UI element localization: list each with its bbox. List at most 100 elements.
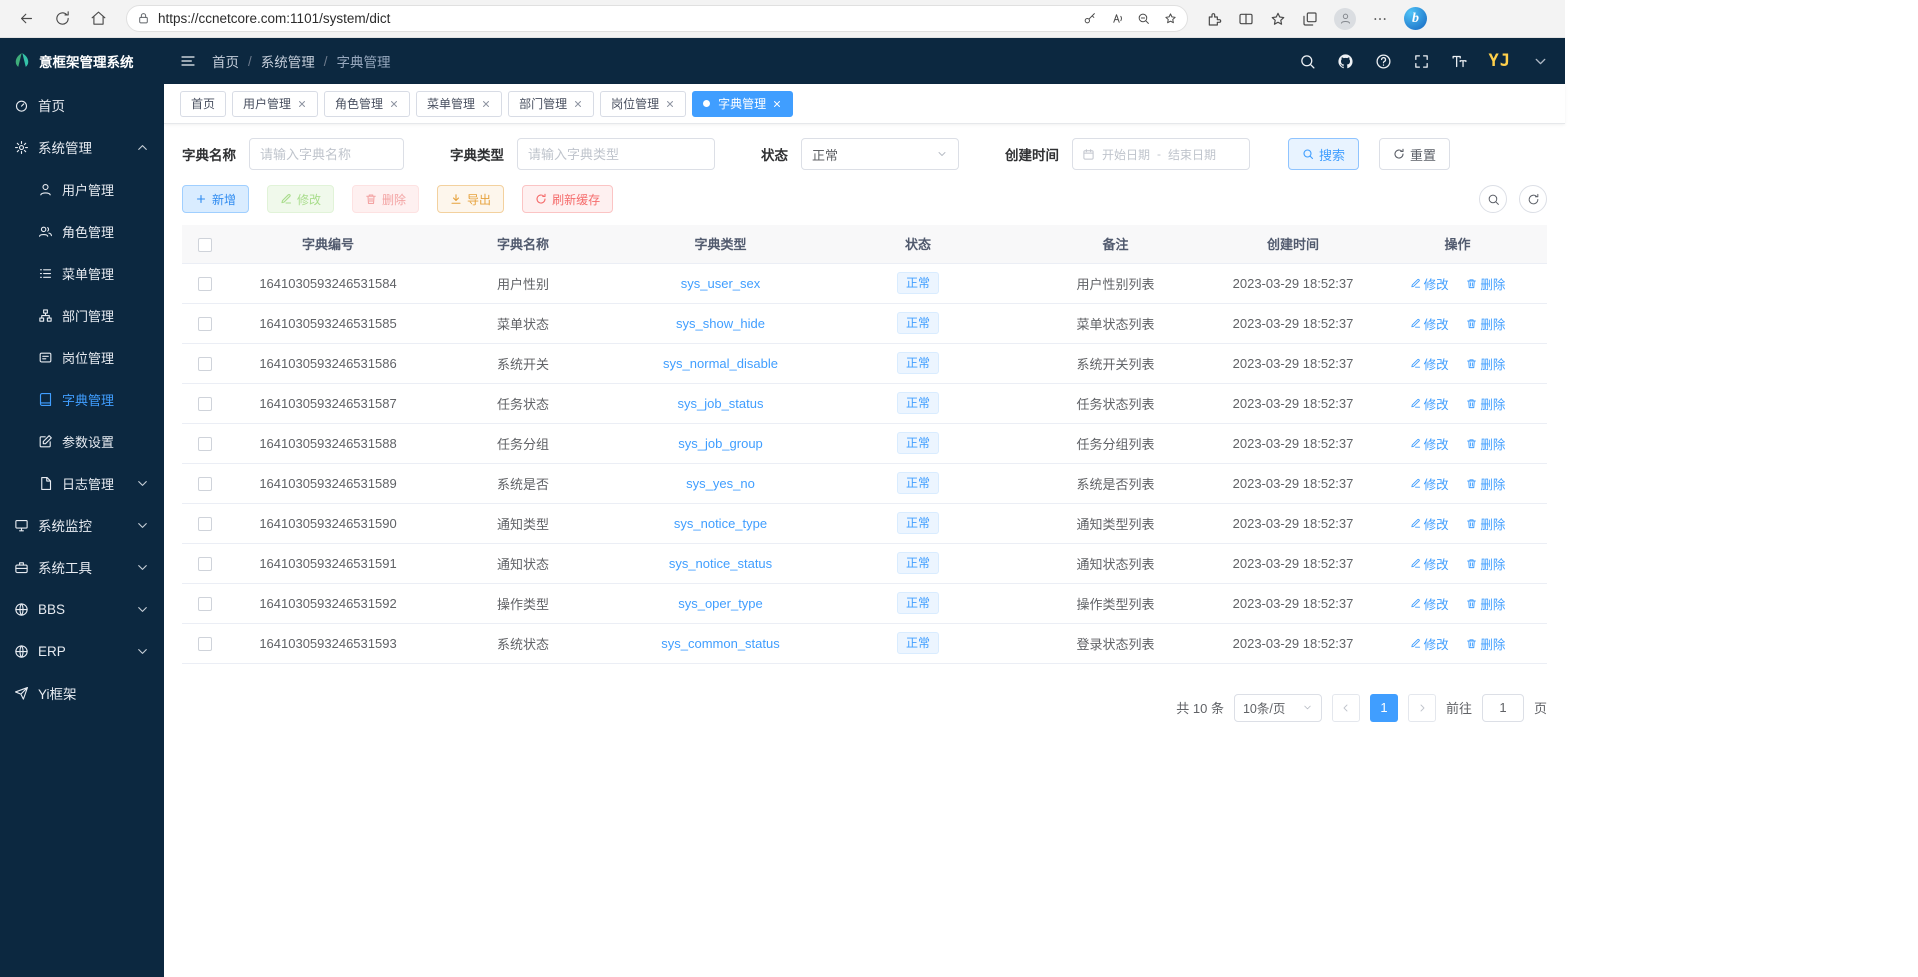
address-bar[interactable] — [126, 5, 1188, 32]
close-icon[interactable] — [573, 99, 583, 109]
edit-button[interactable]: 修改 — [267, 185, 334, 213]
sidebar-item-home[interactable]: 首页 — [0, 84, 164, 126]
user-avatar-logo[interactable]: YJ — [1489, 51, 1511, 71]
row-edit-button[interactable]: 修改 — [1410, 594, 1449, 613]
browser-home-button[interactable] — [82, 4, 114, 34]
copilot-bing-icon[interactable]: b — [1404, 7, 1427, 30]
sidebar-item-log-management[interactable]: 日志管理 — [0, 462, 164, 504]
row-edit-button[interactable]: 修改 — [1410, 354, 1449, 373]
row-edit-button[interactable]: 修改 — [1410, 514, 1449, 533]
dict-type-link[interactable]: sys_show_hide — [676, 316, 765, 331]
read-aloud-icon[interactable] — [1110, 12, 1123, 25]
row-checkbox[interactable] — [198, 477, 212, 491]
select-all-checkbox[interactable] — [198, 238, 212, 252]
row-checkbox[interactable] — [198, 557, 212, 571]
goto-page-input[interactable] — [1482, 694, 1524, 722]
row-delete-button[interactable]: 删除 — [1466, 594, 1505, 613]
tab-post-management[interactable]: 岗位管理 — [600, 91, 686, 117]
extensions-icon[interactable] — [1206, 11, 1222, 27]
dict-type-link[interactable]: sys_common_status — [661, 636, 780, 651]
row-delete-button[interactable]: 删除 — [1466, 354, 1505, 373]
row-checkbox[interactable] — [198, 437, 212, 451]
page-size-select[interactable]: 10条/页 — [1234, 694, 1322, 722]
row-delete-button[interactable]: 删除 — [1466, 274, 1505, 293]
fullscreen-icon[interactable] — [1413, 53, 1430, 70]
sidebar-item-menu-management[interactable]: 菜单管理 — [0, 252, 164, 294]
collections-icon[interactable] — [1302, 11, 1318, 27]
row-delete-button[interactable]: 删除 — [1466, 514, 1505, 533]
close-icon[interactable] — [389, 99, 399, 109]
close-icon[interactable] — [481, 99, 491, 109]
row-edit-button[interactable]: 修改 — [1410, 314, 1449, 333]
browser-profile-avatar[interactable] — [1334, 8, 1356, 30]
tab-role-management[interactable]: 角色管理 — [324, 91, 410, 117]
row-checkbox[interactable] — [198, 277, 212, 291]
row-edit-button[interactable]: 修改 — [1410, 274, 1449, 293]
status-select[interactable]: 正常 — [801, 138, 959, 170]
tab-home[interactable]: 首页 — [180, 91, 226, 117]
reset-button[interactable]: 重置 — [1379, 138, 1450, 170]
close-icon[interactable] — [772, 99, 782, 109]
dict-type-link[interactable]: sys_notice_status — [669, 556, 772, 571]
dict-type-link[interactable]: sys_yes_no — [686, 476, 755, 491]
breadcrumb-system[interactable]: 系统管理 — [261, 51, 315, 71]
row-checkbox[interactable] — [198, 517, 212, 531]
export-button[interactable]: 导出 — [437, 185, 504, 213]
sidebar-item-post-management[interactable]: 岗位管理 — [0, 336, 164, 378]
close-icon[interactable] — [297, 99, 307, 109]
password-key-icon[interactable] — [1083, 12, 1096, 25]
search-icon[interactable] — [1299, 53, 1316, 70]
refresh-table-button[interactable] — [1519, 185, 1547, 213]
dict-type-input[interactable] — [517, 138, 715, 170]
zoom-out-icon[interactable] — [1137, 12, 1150, 25]
row-edit-button[interactable]: 修改 — [1410, 634, 1449, 653]
row-delete-button[interactable]: 删除 — [1466, 634, 1505, 653]
row-checkbox[interactable] — [198, 637, 212, 651]
tab-user-management[interactable]: 用户管理 — [232, 91, 318, 117]
row-checkbox[interactable] — [198, 597, 212, 611]
tab-dept-management[interactable]: 部门管理 — [508, 91, 594, 117]
sidebar-item-yi-framework[interactable]: Yi框架 — [0, 672, 164, 714]
prev-page-button[interactable] — [1332, 694, 1360, 722]
url-input[interactable] — [158, 11, 1075, 26]
font-size-icon[interactable] — [1451, 53, 1468, 70]
row-edit-button[interactable]: 修改 — [1410, 474, 1449, 493]
delete-button[interactable]: 删除 — [352, 185, 419, 213]
breadcrumb-home[interactable]: 首页 — [212, 51, 239, 71]
refresh-cache-button[interactable]: 刷新缓存 — [522, 185, 613, 213]
sidebar-item-bbs[interactable]: BBS — [0, 588, 164, 630]
sidebar-item-dept-management[interactable]: 部门管理 — [0, 294, 164, 336]
browser-refresh-button[interactable] — [46, 4, 78, 34]
tab-dict-management[interactable]: 字典管理 — [692, 91, 793, 117]
tab-menu-management[interactable]: 菜单管理 — [416, 91, 502, 117]
favorite-star-icon[interactable] — [1164, 12, 1177, 25]
browser-back-button[interactable] — [10, 4, 42, 34]
row-edit-button[interactable]: 修改 — [1410, 554, 1449, 573]
dict-type-link[interactable]: sys_user_sex — [681, 276, 760, 291]
row-delete-button[interactable]: 删除 — [1466, 474, 1505, 493]
row-delete-button[interactable]: 删除 — [1466, 394, 1505, 413]
dict-type-link[interactable]: sys_normal_disable — [663, 356, 778, 371]
row-delete-button[interactable]: 删除 — [1466, 554, 1505, 573]
row-checkbox[interactable] — [198, 397, 212, 411]
dict-type-link[interactable]: sys_job_group — [678, 436, 763, 451]
sidebar-item-user-management[interactable]: 用户管理 — [0, 168, 164, 210]
page-number-1[interactable]: 1 — [1370, 694, 1398, 722]
sidebar-item-param-settings[interactable]: 参数设置 — [0, 420, 164, 462]
close-icon[interactable] — [665, 99, 675, 109]
dict-type-link[interactable]: sys_notice_type — [674, 516, 767, 531]
add-button[interactable]: 新增 — [182, 185, 249, 213]
row-checkbox[interactable] — [198, 317, 212, 331]
dict-name-input[interactable] — [249, 138, 404, 170]
row-delete-button[interactable]: 删除 — [1466, 314, 1505, 333]
sidebar-item-erp[interactable]: ERP — [0, 630, 164, 672]
split-screen-icon[interactable] — [1238, 11, 1254, 27]
collapse-sidebar-button[interactable] — [180, 53, 196, 69]
sidebar-item-system-tools[interactable]: 系统工具 — [0, 546, 164, 588]
row-edit-button[interactable]: 修改 — [1410, 394, 1449, 413]
github-icon[interactable] — [1337, 53, 1354, 70]
date-range-picker[interactable]: 开始日期 - 结束日期 — [1072, 138, 1250, 170]
dict-type-link[interactable]: sys_oper_type — [678, 596, 763, 611]
favorites-icon[interactable] — [1270, 11, 1286, 27]
next-page-button[interactable] — [1408, 694, 1436, 722]
